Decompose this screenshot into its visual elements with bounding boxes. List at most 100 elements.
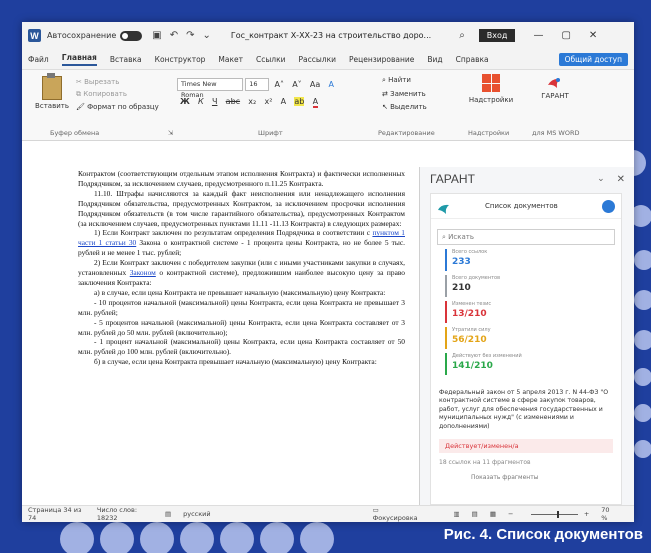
font-name-select[interactable]: Times New Roman [177, 78, 243, 99]
undo-icon[interactable]: ↶ [170, 30, 178, 41]
shrink-font-icon[interactable]: A˅ [292, 80, 301, 89]
zoom-knob[interactable] [557, 510, 560, 518]
tab-references[interactable]: Ссылки [256, 55, 285, 64]
word-window: W Автосохранение ▣ ↶ ↷ ⌄ Гос_контракт Х-… [22, 22, 634, 522]
customize-qat-icon[interactable]: ⌄ [203, 30, 211, 41]
tab-help[interactable]: Справка [456, 55, 489, 64]
font-color-icon[interactable]: A [312, 97, 319, 108]
stat-changed[interactable]: Изменен тезис 13/210 [445, 301, 615, 323]
text-effects-icon[interactable]: A [281, 97, 286, 106]
focus-button[interactable]: ▭ Фокусировка [373, 506, 442, 522]
search-icon[interactable]: ⌕ [459, 30, 465, 41]
law-link[interactable]: Законом [130, 268, 156, 277]
share-button[interactable]: Общий доступ [558, 52, 628, 66]
strikethrough-icon[interactable]: abc [226, 97, 240, 106]
select-button[interactable]: ↖ Выделить [382, 103, 446, 111]
ribbon-tabs: Файл Главная Вставка Конструктор Макет С… [22, 49, 634, 70]
addins-button[interactable]: Надстройки [462, 96, 520, 104]
bold-icon[interactable]: Ж [180, 97, 190, 106]
copy-button[interactable]: ⧉ Копировать [76, 90, 176, 99]
word-logo-icon: W [28, 29, 41, 42]
web-layout-icon[interactable]: ▦ [490, 510, 496, 518]
panel-options-icon[interactable]: ⌄ [597, 174, 605, 184]
stat-total-links[interactable]: Всего ссылок 233 [445, 249, 615, 271]
read-mode-icon[interactable]: ▥ [454, 510, 460, 518]
proofing-icon[interactable]: ▤ [165, 510, 171, 518]
zoom-out-icon[interactable]: − [508, 510, 513, 518]
paste-group: Вставить [30, 73, 74, 110]
cut-button[interactable]: ✂ Вырезать [76, 78, 176, 86]
stat-expired[interactable]: Утратили силу 56/210 [445, 327, 615, 349]
highlight-icon[interactable]: ab [294, 97, 305, 106]
title-bar: W Автосохранение ▣ ↶ ↷ ⌄ Гос_контракт Х-… [22, 22, 634, 49]
change-case-icon[interactable]: Aa [310, 80, 320, 89]
italic-icon[interactable]: К [198, 97, 204, 106]
document-body[interactable]: Контрактом (соответствующим отдельным эт… [22, 167, 419, 367]
redo-icon[interactable]: ↷ [186, 30, 194, 41]
clear-format-icon[interactable]: A [329, 80, 334, 89]
paragraph: б) в случае, если цена Контракта превыша… [94, 357, 377, 367]
select-icon: ↖ [382, 103, 391, 111]
tab-review[interactable]: Рецензирование [349, 55, 414, 64]
tab-view[interactable]: Вид [427, 55, 442, 64]
document-title[interactable]: Гос_контракт Х-ХХ-23 на строительство до… [231, 31, 431, 40]
font-size-select[interactable]: 16 [245, 78, 270, 91]
law-status-badge[interactable]: Действует/изменен/а [439, 439, 613, 454]
tab-insert[interactable]: Вставка [110, 55, 142, 64]
tab-design[interactable]: Конструктор [155, 55, 206, 64]
find-button[interactable]: ⌕ Найти [382, 76, 446, 85]
subscript-icon[interactable]: x₂ [248, 97, 256, 106]
paste-icon[interactable] [42, 73, 62, 100]
panel-close-icon[interactable]: ✕ [617, 174, 625, 185]
zoom-slider[interactable] [531, 510, 578, 518]
close-icon[interactable]: ✕ [589, 30, 597, 41]
zoom-level[interactable]: 70 % [601, 506, 616, 522]
save-icon[interactable]: ▣ [152, 30, 161, 41]
underline-icon[interactable]: Ч [212, 97, 217, 106]
format-painter-button[interactable]: 🖌 Формат по образцу [76, 103, 176, 111]
zoom-in-icon[interactable]: + [584, 510, 589, 518]
document-area[interactable]: Контрактом (соответствующим отдельным эт… [22, 167, 419, 505]
print-layout-icon[interactable]: ▤ [472, 510, 478, 518]
addins-group: Надстройки [462, 74, 520, 104]
garant-group: ГАРАНТ [528, 74, 582, 100]
stat-total-documents[interactable]: Всего документов 210 [445, 275, 615, 297]
language-indicator[interactable]: русский [183, 510, 211, 518]
font-group: Times New Roman 16 A˄ A˅ Aa A Ж К Ч abc … [177, 78, 377, 108]
editing-group: ⌕ Найти ⇄ Заменить ↖ Выделить [382, 76, 446, 111]
paste-button[interactable]: Вставить [30, 102, 74, 110]
login-button[interactable]: Вход [478, 29, 516, 42]
avatar[interactable] [602, 199, 615, 213]
minimize-icon[interactable]: — [533, 30, 543, 41]
word-count[interactable]: Число слов: 18232 [97, 506, 153, 522]
garant-panel-header: ГАРАНТ ⌄ ✕ [420, 167, 634, 191]
garant-logo-icon [547, 76, 563, 90]
page-counter[interactable]: Страница 34 из 74 [28, 506, 85, 522]
garant-button[interactable]: ГАРАНТ [528, 92, 582, 100]
paragraph: - 1 процент начальной (максимальной) цен… [78, 337, 405, 357]
maximize-icon[interactable]: ▢ [561, 30, 570, 41]
autosave-toggle[interactable] [120, 30, 143, 41]
tab-home[interactable]: Главная [61, 53, 97, 66]
replace-button[interactable]: ⇄ Заменить [382, 90, 446, 98]
garant-search-input[interactable]: ⌕ Искать [437, 229, 615, 245]
paragraph: - 5 процентов начальной (максимальной) ц… [78, 317, 405, 337]
paragraph: а) в случае, если цена Контракта не прев… [94, 287, 386, 297]
focus-icon: ▭ [372, 506, 379, 514]
tab-mailings[interactable]: Рассылки [299, 55, 337, 64]
garant-panel-title: ГАРАНТ [430, 172, 475, 186]
grow-font-icon[interactable]: A˄ [274, 80, 283, 89]
paragraph: 2) Если Контракт заключен с победителем … [78, 258, 405, 287]
tab-layout[interactable]: Макет [218, 55, 243, 64]
superscript-icon[interactable]: x² [264, 97, 272, 106]
show-fragments-button[interactable]: Показать фрагменты [471, 474, 613, 481]
stat-unchanged[interactable]: Действуют без изменений 141/210 [445, 353, 615, 375]
garant-group-label: для MS WORD [532, 129, 580, 137]
paragraph: Контрактом (соответствующим отдельным эт… [78, 169, 405, 188]
clipboard-expand-icon[interactable]: ⇲ [168, 129, 173, 137]
tab-file[interactable]: Файл [28, 55, 49, 64]
addins-icon [482, 74, 500, 92]
paragraph: 11.10. Штрафы начисляются за каждый факт… [78, 188, 405, 228]
law-description[interactable]: Федеральный закон от 5 апреля 2013 г. N … [439, 389, 613, 431]
search-placeholder: Искать [448, 233, 474, 241]
